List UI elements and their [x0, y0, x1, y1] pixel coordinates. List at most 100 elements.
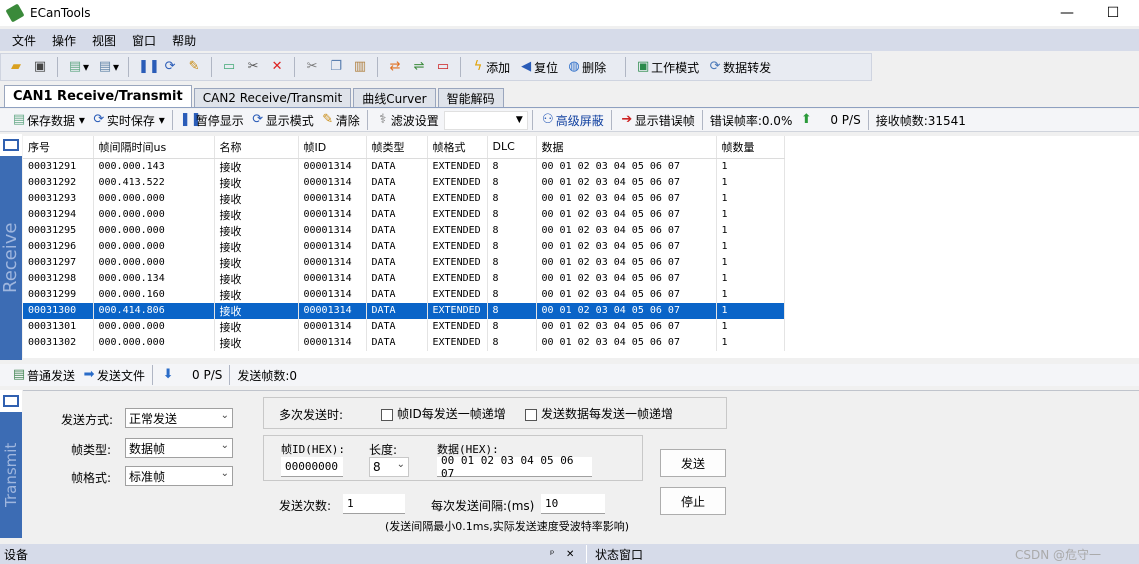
cell-index: 00031298 [23, 270, 94, 287]
close-icon[interactable]: ✕ [566, 549, 586, 560]
display-mode-button[interactable]: ⟳ 显示模式 [247, 110, 317, 130]
id-increment-label: 帧ID每发送一帧递增 [397, 407, 506, 421]
frame-type-label: 帧类型: [71, 443, 112, 457]
cell-data: 00 01 02 03 04 05 06 07 [536, 270, 717, 287]
menu-operate[interactable]: 操作 [44, 32, 84, 49]
menu-view[interactable]: 视图 [84, 32, 124, 49]
connect-button[interactable]: ⇌ [408, 56, 430, 78]
open-button[interactable]: ▰ [5, 56, 27, 78]
frame-id-input[interactable]: 00000000 [281, 457, 343, 477]
col-interval[interactable]: 帧间隔时间us [93, 136, 215, 159]
send-button[interactable]: 发送 [660, 449, 726, 477]
tools-button[interactable]: ✂ [242, 56, 264, 78]
menu-file[interactable]: 文件 [4, 32, 44, 49]
send-count-input[interactable]: 1 [343, 494, 405, 514]
menu-window[interactable]: 窗口 [124, 32, 164, 49]
col-frame-type[interactable]: 帧类型 [366, 136, 428, 159]
delete-button[interactable]: ◍ 删除 [563, 56, 609, 78]
menu-help[interactable]: 帮助 [164, 32, 204, 49]
cell-frame-type: DATA [366, 238, 428, 255]
paste-button[interactable]: ▥ [349, 56, 371, 78]
chevron-down-icon: ⌄ [220, 410, 229, 421]
id-increment-checkbox[interactable]: 帧ID每发送一帧递增 [381, 405, 506, 422]
filter-dropdown[interactable]: ▼ [443, 110, 528, 130]
col-frame-format[interactable]: 帧格式 [427, 136, 488, 159]
table-row[interactable]: 00031300 000.414.806 接收 00001314 DATA EXTENDE… [23, 302, 785, 319]
cell-interval: 000.000.000 [93, 334, 215, 351]
length-value: 8 [373, 460, 381, 474]
col-dlc[interactable]: DLC [487, 136, 537, 159]
table-row[interactable]: 00031297 000.000.000 接收 00001314 DATA EXTENDE… [23, 254, 785, 271]
interval-input[interactable]: 10 [541, 494, 605, 514]
table-row[interactable]: 00031301 000.000.000 接收 00001314 DATA EXTENDE… [23, 318, 785, 335]
table-row[interactable]: 00031299 000.000.160 接收 00001314 DATA EXTENDE… [23, 286, 785, 303]
tab-decode[interactable]: 智能解码 [437, 88, 504, 107]
cut-button[interactable]: ✂ [301, 56, 323, 78]
refresh-button[interactable]: ⟳ [159, 56, 181, 78]
table-row[interactable]: 00031295 000.000.000 接收 00001314 DATA EXTENDE… [23, 222, 785, 239]
cell-count: 1 [716, 238, 785, 255]
cell-frame-format: EXTENDED [427, 302, 488, 319]
col-index[interactable]: 序号 [23, 136, 94, 159]
table-row[interactable]: 00031302 000.000.000 接收 00001314 DATA EXTENDE… [23, 334, 785, 351]
realtime-save-button[interactable]: ⟳ 实时保存 ▾ [88, 110, 168, 130]
data-input[interactable]: 00 01 02 03 04 05 06 07 [437, 454, 592, 480]
clean-button[interactable]: ✎ [183, 56, 205, 78]
pause-display-button[interactable]: ❚❚ 暂停显示 [177, 110, 247, 130]
pause-icon: ❚❚ [138, 59, 160, 74]
data-forward-button[interactable]: ⟳ 数据转发 [704, 56, 774, 78]
col-name[interactable]: 名称 [214, 136, 299, 159]
device-button[interactable]: ▤ ▾ [64, 56, 92, 78]
send-file-button[interactable]: ➡ 发送文件 [78, 364, 148, 386]
send-mode-value: 正常发送 [129, 411, 178, 426]
add-button[interactable]: ϟ 添加 [467, 56, 513, 78]
save-data-button[interactable]: ▤ 保存数据 ▾ [8, 110, 88, 130]
frame-format-select[interactable]: 标准帧 ⌄ [125, 466, 233, 486]
globe-icon: ◍ [568, 59, 580, 74]
reset-button[interactable]: ◀ 复位 [515, 56, 561, 78]
clear-button[interactable]: ✎ 清除 [317, 110, 363, 130]
length-select[interactable]: 8 ⌄ [369, 457, 409, 477]
work-mode-button[interactable]: ▣ 工作模式 [632, 56, 702, 78]
frame-type-select[interactable]: 数据帧 ⌄ [125, 438, 233, 458]
tab-can2[interactable]: CAN2 Receive/Transmit [193, 88, 352, 107]
save-button[interactable]: ▣ [29, 56, 51, 78]
cell-index: 00031295 [23, 222, 94, 239]
table-row[interactable]: 00031296 000.000.000 接收 00001314 DATA EXTENDE… [23, 238, 785, 255]
cancel-button[interactable]: ✕ [266, 56, 288, 78]
tab-curve[interactable]: 曲线Curver [353, 88, 436, 107]
copy-button[interactable]: ❐ [325, 56, 347, 78]
maximize-button[interactable]: ☐ [1090, 0, 1136, 26]
tools-icon: ✂ [247, 59, 259, 74]
new-button[interactable]: ▭ [218, 56, 240, 78]
advanced-mask-button[interactable]: ⚇ 高级屏蔽 [537, 110, 607, 130]
col-frame-id[interactable]: 帧ID [298, 136, 367, 159]
table-row[interactable]: 00031293 000.000.000 接收 00001314 DATA EXTENDE… [23, 190, 785, 207]
send-mode-select[interactable]: 正常发送 ⌄ [125, 408, 233, 428]
tab-can1[interactable]: CAN1 Receive/Transmit [4, 85, 192, 107]
cell-frame-format: EXTENDED [427, 174, 488, 191]
normal-send-button[interactable]: ▤ 普通发送 [8, 364, 78, 386]
data-increment-checkbox[interactable]: 发送数据每发送一帧递增 [525, 405, 673, 422]
pin-icon[interactable]: ᵖ [550, 549, 566, 560]
device2-button[interactable]: ▤ ▾ [94, 56, 122, 78]
receive-grid[interactable]: 序号 帧间隔时间us 名称 帧ID 帧类型 帧格式 DLC 数据 帧数量 000… [23, 136, 1139, 358]
table-row[interactable]: 00031291 000.000.143 接收 00001314 DATA EXTENDE… [23, 158, 785, 175]
cell-frame-format: EXTENDED [427, 190, 488, 207]
cell-frame-type: DATA [366, 174, 428, 191]
show-error-button[interactable]: ➔ 显示错误帧 [616, 110, 698, 130]
swap-button[interactable]: ⇄ [384, 56, 406, 78]
cell-interval: 000.000.000 [93, 190, 215, 207]
table-row[interactable]: 00031292 000.413.522 接收 00001314 DATA EXTENDE… [23, 174, 785, 191]
table-row[interactable]: 00031294 000.000.000 接收 00001314 DATA EXTENDE… [23, 206, 785, 223]
table-row[interactable]: 00031298 000.000.134 接收 00001314 DATA EXTENDE… [23, 270, 785, 287]
col-data[interactable]: 数据 [536, 136, 717, 159]
minimize-button[interactable]: — [1044, 0, 1090, 26]
col-count[interactable]: 帧数量 [716, 136, 785, 159]
pause-button[interactable]: ❚❚ [135, 56, 160, 78]
stop-button[interactable]: 停止 [660, 487, 726, 515]
window-button[interactable]: ▭ [432, 56, 454, 78]
filter-button[interactable]: ⚕ 滤波设置 [372, 110, 442, 130]
cell-frame-id: 00001314 [298, 254, 367, 271]
cell-frame-format: EXTENDED [427, 222, 488, 239]
